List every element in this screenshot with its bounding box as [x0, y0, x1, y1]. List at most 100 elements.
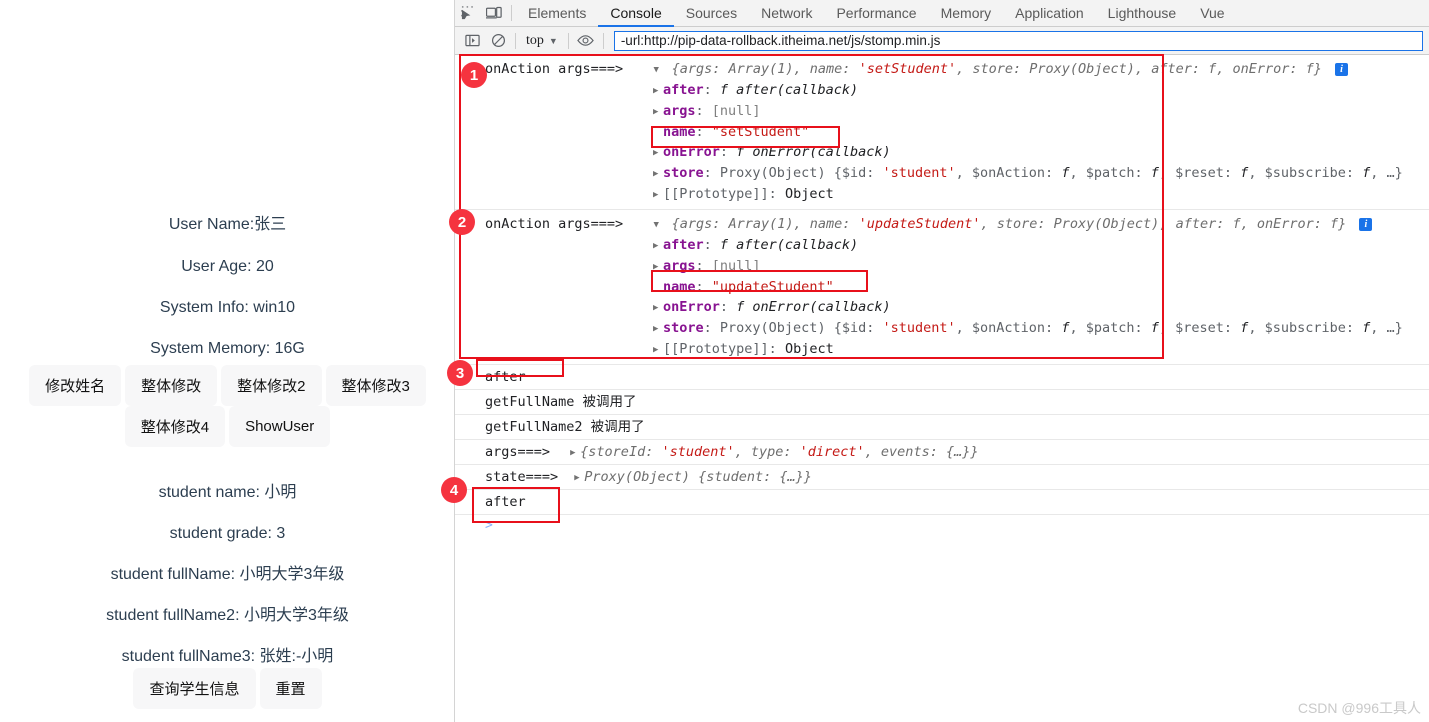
log-property-row[interactable]: ▶ after: f after(callback): [455, 80, 1429, 101]
property-key: store: [663, 165, 704, 181]
log-preview-onerror: f}: [1330, 216, 1347, 232]
console-log-entry[interactable]: args===> ▶ {storeId: 'student', type: 'di…: [455, 440, 1429, 465]
tab-memory[interactable]: Memory: [929, 0, 1004, 27]
property-value: [null]: [711, 103, 761, 119]
tab-lighthouse[interactable]: Lighthouse: [1096, 0, 1189, 27]
log-property-row[interactable]: ▶ args: [null]: [455, 101, 1429, 122]
store-preview: , $subscribe:: [1248, 320, 1363, 336]
log-preview-args: Array(1): [728, 216, 794, 232]
log-property-row[interactable]: ▶ [[Prototype]]: Object: [455, 339, 1429, 360]
expand-arrow-icon[interactable]: ▶: [653, 340, 663, 360]
console-log-entry[interactable]: getFullName2 被调用了: [455, 415, 1429, 440]
info-icon[interactable]: i: [1359, 218, 1373, 231]
tab-network[interactable]: Network: [749, 0, 824, 27]
log-preview-open: {storeId:: [580, 444, 662, 460]
property-key: store: [663, 320, 704, 336]
property-value: Object: [784, 186, 834, 202]
info-icon[interactable]: i: [1335, 63, 1349, 76]
live-expression-icon[interactable]: [573, 28, 599, 54]
log-preview-args: Array(1): [728, 61, 794, 77]
log-property-row[interactable]: ▶ [[Prototype]]: Object: [455, 184, 1429, 205]
console-log-entry[interactable]: onAction args===> ▼ {args: Array(1), nam…: [455, 55, 1429, 210]
store-preview: , …}: [1370, 320, 1403, 336]
console-log-entry[interactable]: after: [455, 490, 1429, 515]
expand-arrow-icon[interactable]: ▶: [653, 185, 663, 205]
execution-context-select[interactable]: top ▼: [520, 33, 564, 49]
log-summary-row[interactable]: onAction args===> ▼ {args: Array(1), nam…: [455, 214, 1429, 235]
log-property-row[interactable]: ▶ store: Proxy(Object) {$id: 'student', $…: [455, 163, 1429, 184]
log-property-row[interactable]: ▶ onError: f onError(callback): [455, 142, 1429, 163]
expand-arrow-icon[interactable]: ▶: [653, 102, 663, 122]
user-info-list: User Name:张三 User Age: 20 System Info: w…: [0, 216, 454, 357]
log-property-row-name[interactable]: name: "updateStudent": [455, 277, 1429, 297]
user-info-line: User Name:张三: [168, 216, 287, 233]
device-toolbar-icon[interactable]: [481, 0, 507, 26]
modify-all-4-button[interactable]: 整体修改4: [124, 406, 226, 447]
tab-console[interactable]: Console: [598, 0, 673, 27]
modify-all-2-button[interactable]: 整体修改2: [221, 365, 322, 406]
store-id: 'student': [882, 320, 956, 336]
annotation-badge-4: 4: [441, 477, 467, 503]
log-property-row-name[interactable]: name: "setStudent": [455, 122, 1429, 142]
student-info-line: student fullName: 小明大学3年级: [110, 566, 345, 583]
store-preview: , $reset:: [1158, 165, 1241, 181]
expand-arrow-icon[interactable]: ▶: [653, 236, 663, 256]
toolbar-divider: [511, 5, 512, 21]
log-property-row[interactable]: ▶ args: [null]: [455, 256, 1429, 277]
tab-performance[interactable]: Performance: [824, 0, 928, 27]
store-preview: {$id:: [833, 320, 883, 336]
student-info-line: student grade: 3: [169, 525, 286, 542]
tab-elements[interactable]: Elements: [516, 0, 598, 27]
log-property-row[interactable]: ▶ after: f after(callback): [455, 235, 1429, 256]
property-value: f after(callback): [719, 237, 859, 253]
expand-arrow-icon[interactable]: ▶: [653, 298, 663, 318]
log-property-row[interactable]: ▶ store: Proxy(Object) {$id: 'student', $…: [455, 318, 1429, 339]
expand-arrow-icon[interactable]: ▶: [574, 466, 584, 491]
devtools-panel: Elements Console Sources Network Perform…: [455, 0, 1429, 722]
log-preview-open: {args:: [671, 216, 729, 232]
store-preview: {$id:: [833, 165, 883, 181]
console-log-entry[interactable]: after: [455, 365, 1429, 390]
console-output: onAction args===> ▼ {args: Array(1), nam…: [455, 55, 1429, 722]
expand-arrow-icon[interactable]: ▼: [653, 215, 663, 235]
tab-application[interactable]: Application: [1003, 0, 1096, 27]
action-buttons-row-1: 修改姓名 整体修改 整体修改2 整体修改3: [0, 365, 454, 406]
store-preview-fn: f: [1150, 165, 1159, 181]
tab-vue[interactable]: Vue: [1188, 0, 1236, 27]
watermark: CSDN @996工具人: [1297, 700, 1421, 716]
tab-sources[interactable]: Sources: [674, 0, 749, 27]
modify-name-button[interactable]: 修改姓名: [29, 365, 122, 406]
store-preview: , $subscribe:: [1248, 165, 1363, 181]
execution-context-label: top: [526, 32, 544, 48]
console-log-entry[interactable]: getFullName 被调用了: [455, 390, 1429, 415]
screenshot-root: User Name:张三 User Age: 20 System Info: w…: [0, 0, 1429, 722]
user-info-line: System Info: win10: [159, 299, 296, 316]
console-prompt[interactable]: >: [455, 515, 1429, 537]
modify-all-button[interactable]: 整体修改: [125, 365, 218, 406]
expand-arrow-icon[interactable]: ▶: [653, 257, 663, 277]
expand-arrow-icon[interactable]: ▼: [653, 60, 663, 80]
console-log-entry[interactable]: state===> ▶ Proxy(Object) {student: {…}}: [455, 465, 1429, 490]
student-info-line: student name: 小明: [158, 484, 297, 501]
property-value: Object: [784, 341, 834, 357]
console-filter-input[interactable]: -url:http://pip-data-rollback.itheima.ne…: [613, 30, 1423, 51]
query-student-button[interactable]: 查询学生信息: [133, 668, 256, 709]
clear-console-icon[interactable]: [485, 28, 511, 54]
console-filter-value: -url:http://pip-data-rollback.itheima.ne…: [620, 33, 941, 48]
modify-all-3-button[interactable]: 整体修改3: [325, 365, 426, 406]
console-log-entry[interactable]: onAction args===> ▼ {args: Array(1), nam…: [455, 210, 1429, 365]
expand-arrow-icon[interactable]: ▶: [653, 143, 663, 163]
expand-arrow-icon[interactable]: ▶: [570, 441, 580, 466]
inspect-element-icon[interactable]: [455, 0, 481, 26]
expand-arrow-icon[interactable]: ▶: [653, 81, 663, 101]
annotation-badge-2: 2: [449, 209, 475, 235]
reset-button[interactable]: 重置: [259, 668, 322, 709]
student-info-line: student fullName2: 小明大学3年级: [106, 607, 349, 624]
expand-arrow-icon[interactable]: ▶: [653, 164, 663, 184]
console-sidebar-icon[interactable]: [459, 28, 485, 54]
log-property-row[interactable]: ▶ onError: f onError(callback): [455, 297, 1429, 318]
show-user-button[interactable]: ShowUser: [229, 406, 331, 447]
log-summary-row[interactable]: onAction args===> ▼ {args: Array(1), nam…: [455, 59, 1429, 80]
web-app-panel: User Name:张三 User Age: 20 System Info: w…: [0, 0, 455, 722]
expand-arrow-icon[interactable]: ▶: [653, 319, 663, 339]
